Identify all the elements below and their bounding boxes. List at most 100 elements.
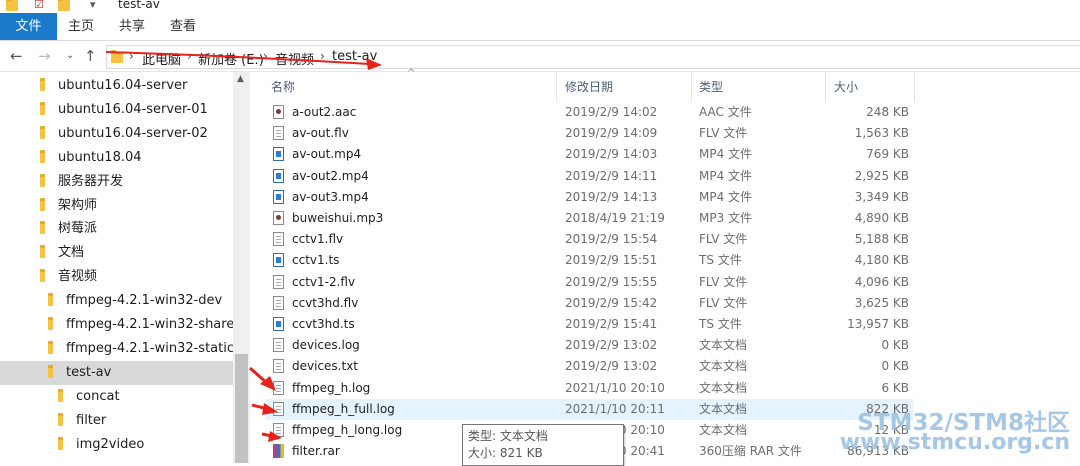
file-type: TS 文件 [699, 253, 742, 268]
file-text-icon [273, 338, 284, 353]
file-size: 1,563 KB [854, 126, 909, 141]
file-media-icon [273, 211, 284, 225]
file-text-icon [273, 274, 284, 289]
file-date: 2021/1/10 20:11 [565, 401, 665, 416]
file-video-icon [273, 168, 284, 183]
file-size: 0 KB [881, 338, 909, 353]
sidebar-item[interactable]: ffmpeg-4.2.1-win32-shared [0, 313, 243, 337]
file-row[interactable]: av-out3.mp4 2019/2/9 14:13 MP4 文件 3,349 KB [266, 187, 913, 208]
sidebar-item[interactable]: test-av [0, 360, 233, 385]
file-tooltip: 类型: 文本文档 大小: 821 KB [462, 424, 624, 466]
file-row[interactable]: devices.log 2019/2/9 13:02 文本文档 0 KB [266, 335, 913, 356]
sidebar-item[interactable]: img2video [0, 433, 233, 457]
file-row[interactable]: devices.txt 2019/2/9 13:02 文本文档 0 KB [266, 356, 913, 377]
folder-icon [40, 245, 45, 259]
arrow-left-icon[interactable]: ← [10, 47, 23, 65]
file-date: 2019/2/9 15:55 [565, 274, 658, 289]
file-row[interactable]: av-out2.mp4 2019/2/9 14:11 MP4 文件 2,925 KB [266, 166, 913, 187]
file-row[interactable]: ffmpeg_h.log 2021/1/10 20:10 文本文档 6 KB [266, 378, 913, 399]
sidebar-item[interactable]: ubuntu16.04-server-02 [0, 122, 233, 146]
sidebar-item-label: ubuntu16.04-server-02 [58, 125, 208, 141]
folder-icon [58, 436, 63, 450]
file-row[interactable]: a-out2.aac 2019/2/9 14:02 AAC 文件 248 KB [266, 102, 913, 123]
file-size: 6 KB [881, 380, 909, 395]
tooltip-size: 大小: 821 KB [468, 446, 543, 460]
chevron-right-icon[interactable]: › [129, 49, 134, 63]
tab-share[interactable]: 共享 [113, 13, 151, 40]
file-name: ccvt3hd.ts [292, 317, 355, 331]
sidebar-item[interactable]: ffmpeg-4.2.1-win32-static [0, 337, 234, 361]
tab-file[interactable]: 文件 [0, 13, 57, 40]
file-row[interactable]: av-out.mp4 2019/2/9 14:03 MP4 文件 769 KB [266, 144, 913, 165]
address-bar[interactable]: › 此电脑 › 新加卷 (E:) › 音视频 › test-av [106, 45, 1080, 69]
tab-home[interactable]: 主页 [62, 13, 100, 40]
file-name: filter.rar [292, 444, 340, 459]
file-text-icon [273, 359, 284, 374]
ribbon-tabs: 文件 主页 共享 查看 [0, 13, 1080, 41]
file-name: av-out3.mp4 [292, 189, 369, 204]
file-name: ffmpeg_h_long.log [292, 423, 403, 437]
file-type: FLV 文件 [699, 232, 748, 247]
file-date: 2019/2/9 13:02 [565, 359, 658, 374]
breadcrumb-drive-e[interactable]: 新加卷 (E:) [198, 49, 264, 68]
scrollbar-thumb[interactable] [235, 354, 248, 463]
file-type: MP4 文件 [699, 189, 753, 204]
folder-icon [48, 364, 53, 378]
file-text-icon [273, 295, 284, 310]
file-row[interactable]: av-out.flv 2019/2/9 14:09 FLV 文件 1,563 KB [266, 123, 913, 144]
sidebar-item[interactable]: ubuntu18.04 [0, 146, 233, 170]
sidebar-item[interactable]: filter [0, 409, 233, 433]
column-header-size[interactable]: 大小 [834, 72, 914, 102]
file-row[interactable]: buweishui.mp3 2018/4/19 21:19 MP3 文件 4,890 … [266, 208, 913, 229]
chevron-right-icon[interactable]: › [263, 49, 268, 63]
file-date: 2019/2/9 14:11 [565, 168, 658, 183]
file-row[interactable]: cctv1.ts 2019/2/9 15:51 TS 文件 4,180 KB [266, 250, 913, 271]
sidebar-item[interactable]: 音视频 [0, 265, 233, 289]
properties-checkbox-icon[interactable]: ☑ [34, 0, 44, 11]
file-name: buweishui.mp3 [292, 211, 384, 225]
file-size: 3,625 KB [854, 295, 909, 310]
file-text-icon [273, 401, 284, 416]
sidebar-item[interactable]: 服务器开发 [0, 170, 233, 194]
column-header-date[interactable]: 修改日期 [565, 72, 691, 102]
sidebar-item[interactable]: 文档 [0, 241, 233, 265]
quick-access-customize-icon[interactable]: ▾ [90, 0, 96, 11]
file-type: 文本文档 [699, 359, 748, 374]
breadcrumb-this-pc[interactable]: 此电脑 [142, 49, 181, 68]
file-video-icon [273, 317, 284, 331]
column-header-type[interactable]: 类型 [699, 72, 825, 102]
file-size: 2,925 KB [854, 168, 909, 183]
file-row[interactable]: cctv1-2.flv 2019/2/9 15:55 FLV 文件 4,096 KB [266, 272, 913, 293]
breadcrumb-test-av[interactable]: test-av [332, 49, 377, 64]
file-row[interactable]: ccvt3hd.flv 2019/2/9 15:42 FLV 文件 3,625 KB [266, 293, 913, 314]
sidebar-item[interactable]: 树莓派 [0, 217, 233, 241]
file-row[interactable]: ccvt3hd.ts 2019/2/9 15:41 TS 文件 13,957 KB [266, 314, 913, 335]
file-text-icon [273, 423, 284, 437]
tooltip-type: 类型: 文本文档 [468, 429, 548, 443]
sidebar-item[interactable]: ubuntu16.04-server-01 [0, 98, 233, 122]
breadcrumb-audio-video[interactable]: 音视频 [275, 49, 314, 68]
chevron-right-icon[interactable]: › [320, 49, 325, 63]
file-text-icon [273, 232, 284, 247]
column-header-name[interactable]: 名称 [271, 72, 556, 102]
sidebar-item[interactable]: ffmpeg-4.2.1-win32-dev [0, 289, 233, 313]
folder-icon [40, 125, 45, 139]
folder-icon [48, 340, 53, 354]
sidebar-item[interactable]: concat [0, 385, 233, 409]
sidebar-item[interactable]: ubuntu16.04-server [0, 74, 233, 98]
navigation-scrollbar[interactable]: ▲ [233, 72, 250, 463]
arrow-right-icon[interactable]: → [38, 47, 51, 65]
chevron-down-icon[interactable]: ⌄ [66, 50, 74, 61]
file-type: FLV 文件 [699, 295, 748, 310]
file-row[interactable]: ffmpeg_h_full.log 2021/1/10 20:11 文本文档 822 … [266, 398, 913, 420]
sidebar-item-label: ubuntu18.04 [58, 149, 142, 165]
file-row[interactable]: cctv1.flv 2019/2/9 15:54 FLV 文件 5,188 KB [266, 229, 913, 250]
sidebar-item[interactable]: 架构师 [0, 194, 233, 218]
arrow-up-icon[interactable]: ↑ [84, 47, 97, 65]
file-size: 0 KB [881, 359, 909, 374]
tab-view[interactable]: 查看 [164, 13, 202, 40]
chevron-right-icon[interactable]: › [187, 49, 192, 63]
file-type: 文本文档 [699, 338, 748, 353]
sidebar-item-label: test-av [66, 364, 112, 380]
scroll-up-icon[interactable]: ▲ [237, 74, 244, 84]
